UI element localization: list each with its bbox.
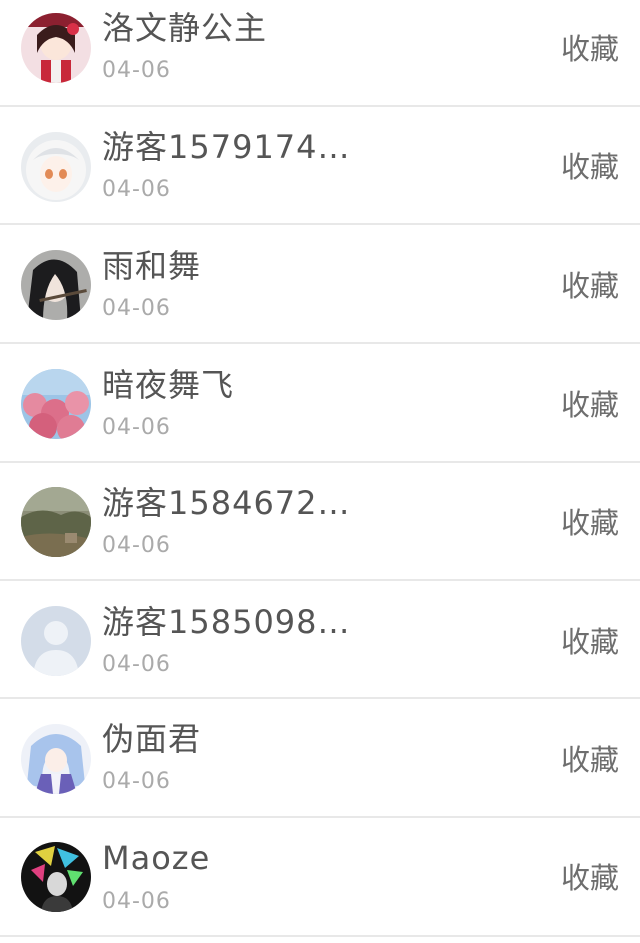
favorite-button[interactable]: 收藏 <box>561 150 619 184</box>
user-list: 洛文静公主 04-06 收藏 游客1579174… 04-06 收藏 雨和舞 0… <box>0 0 640 943</box>
post-date: 04-06 <box>102 769 171 794</box>
list-item[interactable]: 雨和舞 04-06 收藏 <box>0 226 640 344</box>
user-name: 游客1579174… <box>102 128 351 166</box>
avatar-landscape[interactable] <box>21 487 91 557</box>
avatar-neon-figure[interactable] <box>21 842 91 912</box>
favorite-button[interactable]: 收藏 <box>561 506 619 540</box>
avatar-default-silhouette[interactable] <box>21 606 91 676</box>
list-item[interactable]: 暗夜舞飞 04-06 收藏 <box>0 345 640 463</box>
user-name: 暗夜舞飞 <box>102 366 235 404</box>
avatar-flute-player[interactable] <box>21 250 91 320</box>
list-item[interactable]: 游客1585098… 04-06 收藏 <box>0 581 640 699</box>
user-name: 游客1585098… <box>102 603 351 641</box>
user-name: 游客1584672… <box>102 484 351 522</box>
list-item[interactable]: Maoze 04-06 收藏 <box>0 819 640 937</box>
post-date: 04-06 <box>102 296 171 321</box>
avatar-shrine-maiden[interactable] <box>21 13 91 83</box>
list-item[interactable]: 游客1584672… 04-06 收藏 <box>0 463 640 581</box>
post-date: 04-06 <box>102 652 171 677</box>
favorite-button[interactable]: 收藏 <box>561 861 619 895</box>
user-name: 雨和舞 <box>102 247 202 285</box>
post-date: 04-06 <box>102 415 171 440</box>
favorite-button[interactable]: 收藏 <box>561 388 619 422</box>
avatar-blue-hair-girl[interactable] <box>21 724 91 794</box>
list-item[interactable]: 游客1579174… 04-06 收藏 <box>0 107 640 225</box>
avatar-cherry-blossoms[interactable] <box>21 369 91 439</box>
user-name: 洛文静公主 <box>102 9 268 47</box>
post-date: 04-06 <box>102 177 171 202</box>
post-date: 04-06 <box>102 533 171 558</box>
avatar-white-hair-girl[interactable] <box>21 132 91 202</box>
list-item[interactable]: 洛文静公主 04-06 收藏 <box>0 0 640 107</box>
favorite-button[interactable]: 收藏 <box>561 625 619 659</box>
post-date: 04-06 <box>102 58 171 83</box>
favorite-button[interactable]: 收藏 <box>561 269 619 303</box>
user-name: 伪面君 <box>102 720 202 758</box>
user-name: Maoze <box>102 839 211 877</box>
favorite-button[interactable]: 收藏 <box>561 32 619 66</box>
post-date: 04-06 <box>102 889 171 914</box>
favorite-button[interactable]: 收藏 <box>561 743 619 777</box>
list-item[interactable]: 伪面君 04-06 收藏 <box>0 700 640 818</box>
